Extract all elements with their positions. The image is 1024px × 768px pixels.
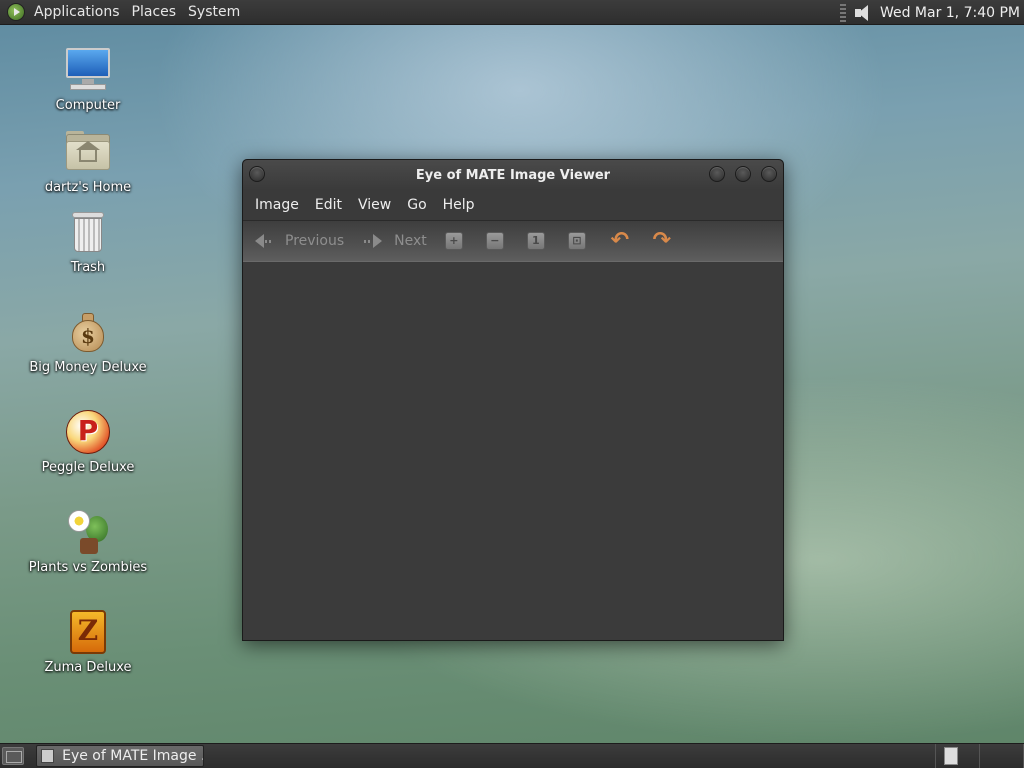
desktop-icon-trash[interactable]: Trash <box>28 208 148 275</box>
taskbar-item-image-viewer[interactable]: Eye of MATE Image ... <box>36 745 204 767</box>
mate-logo-icon[interactable] <box>4 0 28 25</box>
desktop-icon-label: Big Money Deluxe <box>29 360 147 375</box>
image-viewer-app-icon <box>41 749 55 763</box>
desktop-icon-big-money[interactable]: $ Big Money Deluxe <box>28 308 148 375</box>
rotate-left-icon[interactable]: ↶ <box>609 230 631 252</box>
next-arrow-icon <box>362 232 384 250</box>
desktop-icon-label: Plants vs Zombies <box>28 560 148 575</box>
zoom-out-icon[interactable]: − <box>485 232 504 250</box>
desktop-icon-peggle[interactable]: P Peggle Deluxe <box>28 408 148 475</box>
desktop-icon-computer[interactable]: Computer <box>28 46 148 113</box>
desktop-icon-zuma[interactable]: Z Zuma Deluxe <box>28 608 148 675</box>
zoom-in-icon[interactable]: + <box>444 232 463 250</box>
next-label: Next <box>394 233 427 249</box>
workspace-separator <box>935 744 936 768</box>
minimize-button[interactable] <box>709 166 725 182</box>
desktop-icon-label: Zuma Deluxe <box>44 660 132 675</box>
menu-help[interactable]: Help <box>435 190 483 220</box>
show-desktop-icon[interactable] <box>2 747 24 765</box>
menu-go[interactable]: Go <box>399 190 434 220</box>
computer-icon <box>64 46 112 94</box>
home-folder-icon <box>64 128 112 176</box>
window-toolbar: Previous Next + − 1 ⊡ ↶ ↷ <box>243 220 783 262</box>
places-menu[interactable]: Places <box>126 0 183 25</box>
desktop-icon-label: dartz's Home <box>44 180 132 195</box>
bottom-panel: Eye of MATE Image ... <box>0 743 1024 768</box>
maximize-button[interactable] <box>735 166 751 182</box>
desktop-icon-label: Peggle Deluxe <box>41 460 135 475</box>
money-bag-icon: $ <box>64 308 112 356</box>
rotate-right-icon[interactable]: ↷ <box>651 230 673 252</box>
workspace-switcher-1[interactable] <box>944 747 958 765</box>
menu-edit[interactable]: Edit <box>307 190 350 220</box>
volume-icon[interactable] <box>852 2 874 24</box>
system-menu[interactable]: System <box>182 0 246 25</box>
previous-arrow-icon <box>253 232 275 250</box>
panel-grip[interactable] <box>839 3 846 22</box>
peggle-icon: P <box>64 408 112 456</box>
desktop-icon-home[interactable]: dartz's Home <box>28 128 148 195</box>
image-viewer-window: Eye of MATE Image Viewer Image Edit View… <box>242 159 784 641</box>
desktop-icon-label: Trash <box>70 260 106 275</box>
window-titlebar[interactable]: Eye of MATE Image Viewer <box>243 160 783 190</box>
close-button[interactable] <box>761 166 777 182</box>
zuma-icon: Z <box>64 608 112 656</box>
clock[interactable]: Wed Mar 1, 7:40 PM <box>880 5 1024 21</box>
applications-menu[interactable]: Applications <box>28 0 126 25</box>
menu-image[interactable]: Image <box>247 190 307 220</box>
next-button[interactable]: Next <box>362 232 427 250</box>
previous-label: Previous <box>285 233 345 249</box>
top-panel: Applications Places System Wed Mar 1, 7:… <box>0 0 1024 25</box>
window-menu-button[interactable] <box>249 166 265 182</box>
desktop-icon-label: Computer <box>55 98 121 113</box>
previous-button[interactable]: Previous <box>253 232 344 250</box>
workspace-separator <box>979 744 980 768</box>
best-fit-icon[interactable]: ⊡ <box>567 232 586 250</box>
image-display-area[interactable] <box>243 263 783 640</box>
window-title: Eye of MATE Image Viewer <box>415 167 611 183</box>
menu-view[interactable]: View <box>350 190 399 220</box>
window-menubar: Image Edit View Go Help <box>243 190 783 220</box>
normal-size-icon[interactable]: 1 <box>526 232 545 250</box>
desktop-icon-plants-vs-zombies[interactable]: Plants vs Zombies <box>28 508 148 575</box>
taskbar-item-label: Eye of MATE Image ... <box>62 748 203 764</box>
plants-vs-zombies-icon <box>64 508 112 556</box>
trash-icon <box>64 208 112 256</box>
